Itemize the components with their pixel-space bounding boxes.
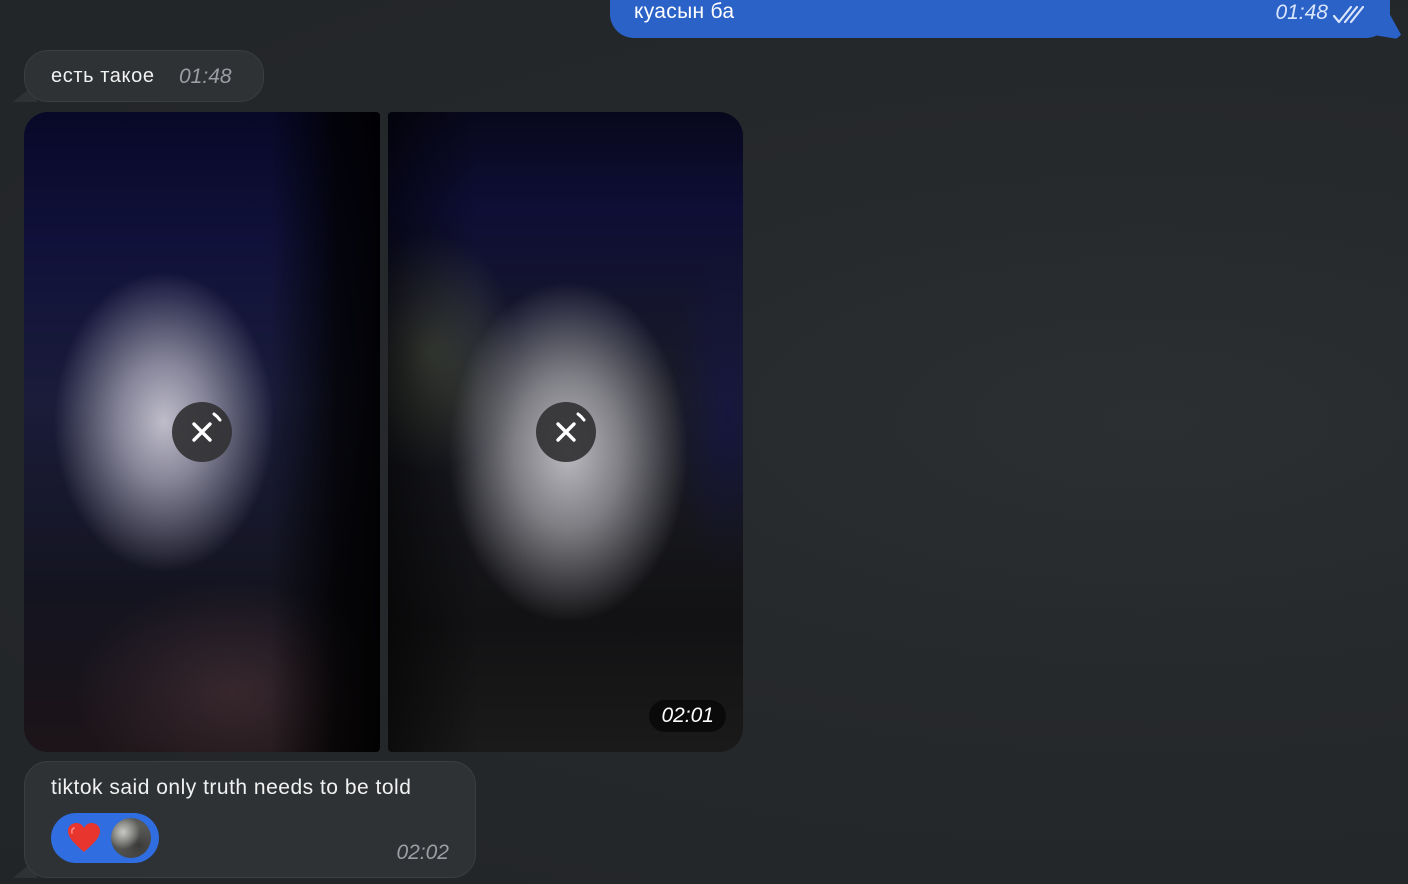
message-time: 02:02 <box>396 841 449 864</box>
outgoing-message-bubble[interactable]: куасын ба 01:48 <box>610 0 1390 38</box>
media-thumbnail-2[interactable]: 02:01 <box>388 112 743 752</box>
message-time: 01:48 <box>1275 1 1328 24</box>
incoming-message-bubble[interactable]: есть такое 01:48 <box>24 50 264 102</box>
message-time: 01:48 <box>179 65 232 88</box>
cancel-download-button[interactable] <box>172 402 232 462</box>
chat-view: куасын ба 01:48 есть такое 01:48 02:01 t… <box>0 0 1408 884</box>
media-time-badge: 02:01 <box>649 700 726 732</box>
incoming-message-bubble[interactable]: tiktok said only truth needs to be told … <box>24 761 476 878</box>
heart-icon <box>68 823 100 852</box>
message-text: куасын ба <box>634 0 735 23</box>
close-icon <box>192 412 222 442</box>
message-text: tiktok said only truth needs to be told <box>51 776 412 799</box>
message-text: есть такое <box>51 65 155 87</box>
avatar <box>111 818 151 858</box>
close-icon <box>556 412 586 442</box>
double-check-icon <box>1332 5 1364 24</box>
reaction-pill[interactable] <box>51 813 159 863</box>
cancel-download-button[interactable] <box>536 402 596 462</box>
media-thumbnail-1[interactable] <box>24 112 380 752</box>
